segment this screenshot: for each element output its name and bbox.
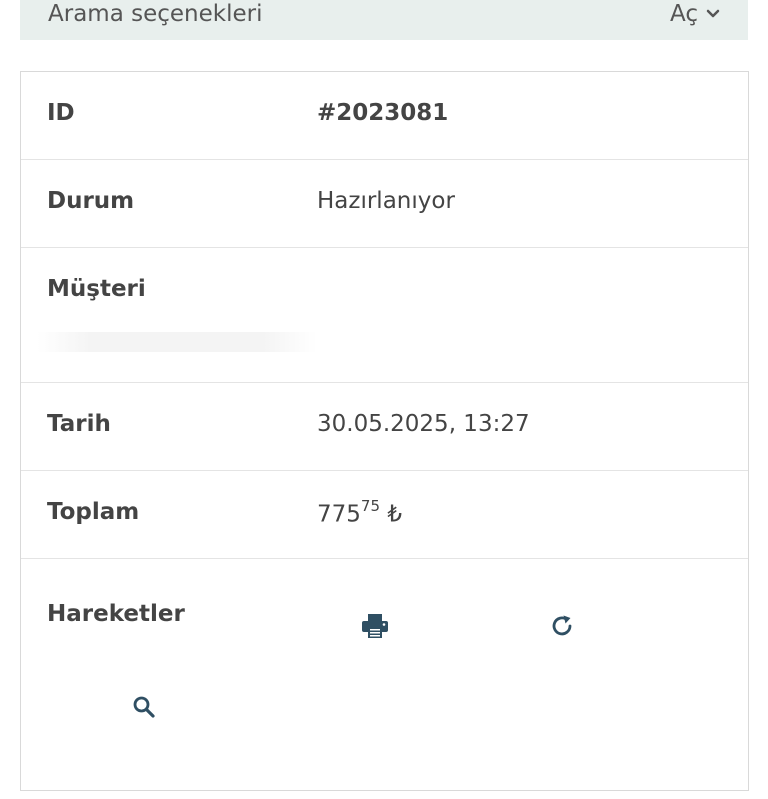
order-id-value: #2023081	[317, 100, 449, 126]
order-status-label: Durum	[47, 188, 135, 214]
order-total-currency: ₺	[387, 501, 402, 528]
order-id-label: ID	[47, 100, 75, 126]
order-total-integer: 775	[317, 501, 361, 528]
print-icon[interactable]	[360, 611, 390, 641]
order-detail-card: ID #2023081 Durum Hazırlanıyor Müşteri T…	[20, 71, 749, 791]
search-options-toggle[interactable]: Aç	[670, 1, 720, 27]
refresh-icon[interactable]	[547, 611, 577, 641]
order-date-label: Tarih	[47, 411, 111, 437]
order-actions-label: Hareketler	[47, 601, 185, 627]
search-options-bar[interactable]: Arama seçenekleri Aç	[20, 0, 748, 40]
order-date-value: 30.05.2025, 13:27	[317, 411, 530, 437]
order-total-value: 77575 ₺	[317, 497, 402, 528]
order-row-status: Durum Hazırlanıyor	[21, 160, 748, 248]
order-total-decimal: 75	[360, 497, 380, 515]
order-row-date: Tarih 30.05.2025, 13:27	[21, 383, 748, 471]
order-row-actions: Hareketler	[21, 559, 748, 799]
order-row-total: Toplam 77575 ₺	[21, 471, 748, 559]
order-customer-label: Müşteri	[47, 276, 146, 302]
search-options-toggle-label: Aç	[670, 1, 698, 27]
search-options-label: Arama seçenekleri	[48, 1, 263, 27]
search-icon[interactable]	[129, 692, 159, 722]
customer-redacted-value	[37, 332, 317, 352]
order-total-label: Toplam	[47, 499, 140, 525]
order-row-id: ID #2023081	[21, 72, 748, 160]
order-status-value: Hazırlanıyor	[317, 188, 455, 214]
order-row-customer: Müşteri	[21, 248, 748, 383]
chevron-down-icon	[706, 9, 720, 19]
